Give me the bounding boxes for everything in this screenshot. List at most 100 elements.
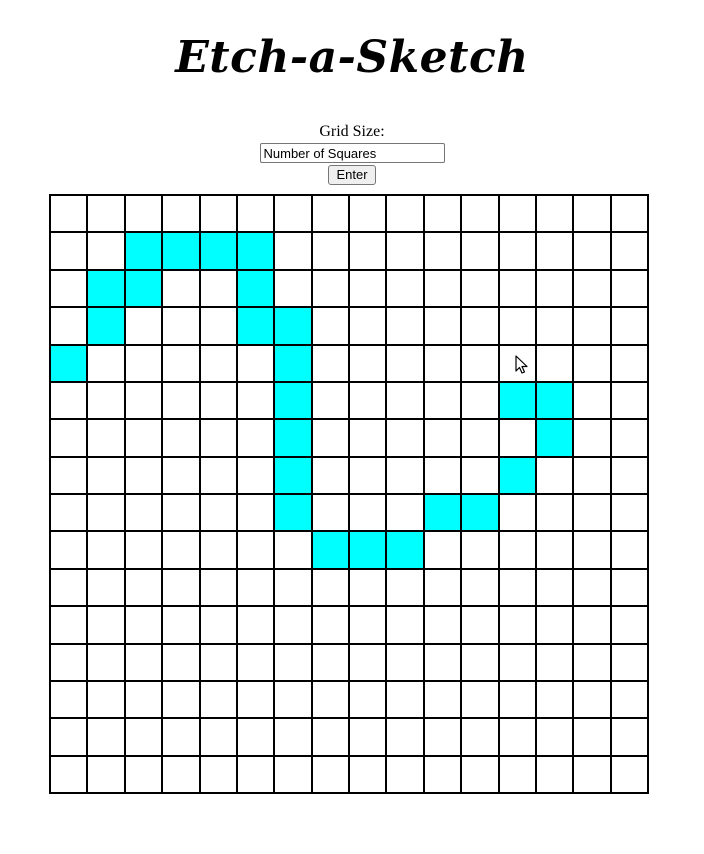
grid-cell[interactable]	[87, 606, 125, 644]
grid-cell[interactable]	[50, 456, 88, 494]
grid-cell[interactable]	[87, 269, 125, 308]
grid-cell[interactable]	[610, 606, 648, 644]
grid-cell[interactable]	[199, 531, 237, 569]
grid-cell[interactable]	[50, 531, 88, 569]
grid-cell[interactable]	[573, 606, 611, 644]
grid-cell[interactable]	[349, 531, 387, 569]
grid-cell[interactable]	[535, 755, 574, 793]
grid-cell[interactable]	[50, 755, 88, 793]
sketch-grid[interactable]	[49, 194, 649, 794]
grid-cell[interactable]	[50, 643, 88, 681]
grid-cell[interactable]	[423, 680, 462, 719]
grid-cell[interactable]	[423, 307, 462, 345]
grid-cell[interactable]	[461, 344, 499, 382]
grid-cell[interactable]	[87, 195, 125, 233]
grid-cell[interactable]	[236, 344, 275, 382]
grid-cell[interactable]	[199, 232, 237, 270]
grid-cell[interactable]	[423, 381, 462, 420]
grid-cell[interactable]	[87, 755, 125, 793]
grid-cell[interactable]	[124, 344, 163, 382]
grid-cell[interactable]	[50, 381, 88, 420]
grid-cell[interactable]	[610, 568, 648, 607]
grid-cell[interactable]	[199, 381, 237, 420]
grid-cell[interactable]	[199, 419, 237, 457]
grid-cell[interactable]	[311, 456, 349, 494]
grid-cell[interactable]	[461, 232, 499, 270]
grid-cell[interactable]	[236, 680, 275, 719]
grid-cell[interactable]	[162, 531, 200, 569]
grid-cell[interactable]	[311, 494, 349, 532]
grid-cell[interactable]	[386, 195, 424, 233]
grid-cell[interactable]	[199, 718, 237, 756]
grid-cell[interactable]	[199, 344, 237, 382]
grid-cell[interactable]	[610, 344, 648, 382]
grid-cell[interactable]	[274, 307, 312, 345]
grid-cell[interactable]	[386, 568, 424, 607]
grid-cell[interactable]	[274, 195, 312, 233]
grid-cell[interactable]	[199, 195, 237, 233]
grid-cell[interactable]	[498, 381, 536, 420]
grid-cell[interactable]	[162, 718, 200, 756]
grid-cell[interactable]	[386, 419, 424, 457]
grid-cell[interactable]	[311, 606, 349, 644]
grid-cell[interactable]	[349, 269, 387, 308]
grid-cell[interactable]	[573, 269, 611, 308]
grid-cell[interactable]	[50, 494, 88, 532]
grid-cell[interactable]	[386, 606, 424, 644]
grid-cell[interactable]	[423, 232, 462, 270]
grid-cell[interactable]	[386, 456, 424, 494]
grid-cell[interactable]	[498, 755, 536, 793]
grid-cell[interactable]	[311, 718, 349, 756]
grid-cell[interactable]	[498, 643, 536, 681]
grid-cell[interactable]	[573, 568, 611, 607]
grid-cell[interactable]	[124, 307, 163, 345]
grid-cell[interactable]	[498, 718, 536, 756]
grid-cell[interactable]	[573, 643, 611, 681]
grid-cell[interactable]	[274, 755, 312, 793]
grid-cell[interactable]	[162, 232, 200, 270]
grid-cell[interactable]	[236, 456, 275, 494]
grid-cell[interactable]	[349, 680, 387, 719]
grid-cell[interactable]	[87, 568, 125, 607]
grid-cell[interactable]	[311, 381, 349, 420]
grid-cell[interactable]	[610, 232, 648, 270]
grid-cell[interactable]	[610, 531, 648, 569]
grid-cell[interactable]	[124, 269, 163, 308]
grid-cell[interactable]	[349, 232, 387, 270]
grid-cell[interactable]	[162, 195, 200, 233]
grid-cell[interactable]	[274, 269, 312, 308]
grid-cell[interactable]	[50, 680, 88, 719]
grid-cell[interactable]	[535, 494, 574, 532]
grid-cell[interactable]	[498, 307, 536, 345]
grid-cell[interactable]	[199, 269, 237, 308]
grid-cell[interactable]	[535, 606, 574, 644]
grid-cell[interactable]	[87, 494, 125, 532]
grid-cell[interactable]	[274, 643, 312, 681]
grid-cell[interactable]	[535, 680, 574, 719]
grid-cell[interactable]	[311, 531, 349, 569]
grid-cell[interactable]	[274, 494, 312, 532]
grid-cell[interactable]	[199, 755, 237, 793]
grid-cell[interactable]	[423, 606, 462, 644]
grid-cell[interactable]	[236, 232, 275, 270]
grid-cell[interactable]	[349, 643, 387, 681]
grid-cell[interactable]	[610, 718, 648, 756]
grid-cell[interactable]	[386, 232, 424, 270]
grid-cell[interactable]	[498, 680, 536, 719]
grid-cell[interactable]	[124, 456, 163, 494]
grid-cell[interactable]	[50, 718, 88, 756]
grid-cell[interactable]	[423, 531, 462, 569]
grid-cell[interactable]	[498, 195, 536, 233]
grid-cell[interactable]	[610, 307, 648, 345]
grid-cell[interactable]	[535, 419, 574, 457]
grid-cell[interactable]	[573, 680, 611, 719]
grid-cell[interactable]	[162, 456, 200, 494]
grid-cell[interactable]	[87, 456, 125, 494]
grid-cell[interactable]	[274, 419, 312, 457]
grid-cell[interactable]	[461, 643, 499, 681]
grid-cell[interactable]	[124, 643, 163, 681]
grid-cell[interactable]	[162, 755, 200, 793]
grid-cell[interactable]	[162, 643, 200, 681]
grid-cell[interactable]	[274, 381, 312, 420]
grid-cell[interactable]	[498, 568, 536, 607]
